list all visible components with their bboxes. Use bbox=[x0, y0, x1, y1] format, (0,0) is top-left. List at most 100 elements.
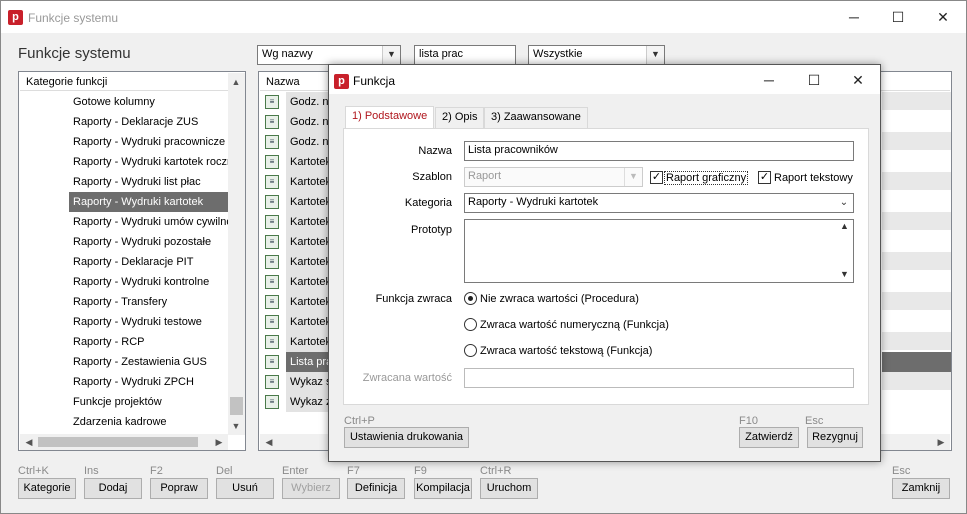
category-item[interactable]: Raporty - RCP bbox=[69, 332, 228, 352]
definicja-button[interactable]: Definicja bbox=[347, 478, 405, 499]
scroll-right-icon[interactable]: ▶ bbox=[934, 435, 948, 449]
row-stripe bbox=[882, 92, 951, 110]
table-row[interactable]: ≡ Kartotek bbox=[260, 212, 332, 232]
maximize-icon[interactable]: ☐ bbox=[799, 65, 829, 95]
uruchom-button[interactable]: Uruchom bbox=[480, 478, 538, 499]
scroll-right-icon[interactable]: ▶ bbox=[212, 435, 226, 449]
return-type-radio[interactable] bbox=[464, 344, 477, 357]
sort-select-value: Wg nazwy bbox=[262, 48, 313, 60]
scroll-left-icon[interactable]: ◀ bbox=[262, 435, 276, 449]
table-row[interactable]: ≡ Kartotek bbox=[260, 292, 332, 312]
popraw-button[interactable]: Popraw bbox=[150, 478, 208, 499]
window-title: Funkcje systemu bbox=[28, 11, 119, 25]
return-type-label: Zwraca wartość numeryczną (Funkcja) bbox=[480, 319, 669, 331]
table-row[interactable]: ≡ Godz. na bbox=[260, 92, 332, 112]
category-vertical-scrollbar[interactable]: ▲ ▼ bbox=[228, 73, 245, 435]
scroll-up-icon[interactable]: ▲ bbox=[229, 75, 243, 89]
prototyp-field[interactable] bbox=[464, 219, 854, 283]
return-type-radio[interactable] bbox=[464, 292, 477, 305]
app-logo-icon: p bbox=[334, 74, 349, 89]
dialog-title: Funkcja bbox=[353, 74, 396, 88]
category-list[interactable]: Kategorie funkcji Gotowe kolumny Raporty … bbox=[18, 71, 246, 451]
chevron-down-icon[interactable]: ▼ bbox=[382, 46, 400, 64]
kategorie-button[interactable]: Kategorie bbox=[18, 478, 76, 499]
category-item[interactable]: Gotowe kolumny bbox=[69, 92, 228, 112]
category-item[interactable]: Raporty - Wydruki list płac bbox=[69, 172, 228, 192]
scroll-down-icon[interactable]: ▼ bbox=[229, 419, 243, 433]
table-row[interactable]: ≡ Kartotek bbox=[260, 312, 332, 332]
usun-button[interactable]: Usuń bbox=[216, 478, 274, 499]
scope-select[interactable]: Wszystkie ▼ bbox=[528, 45, 665, 65]
category-item[interactable]: Raporty - Deklaracje ZUS bbox=[69, 112, 228, 132]
chevron-down-icon[interactable]: ⌄ bbox=[835, 194, 853, 212]
table-row[interactable]: ≡ Kartotek bbox=[260, 272, 332, 292]
category-item[interactable]: Raporty - Wydruki kartotek bbox=[69, 192, 228, 212]
kompilacja-button[interactable]: Kompilacja bbox=[414, 478, 472, 499]
table-row[interactable]: ≡ Kartotek bbox=[260, 252, 332, 272]
table-row[interactable]: ≡ Godz. na bbox=[260, 112, 332, 132]
kategoria-select[interactable]: Raporty - Wydruki kartotek ⌄ bbox=[464, 193, 854, 213]
search-input[interactable]: lista prac bbox=[414, 45, 516, 65]
tab-zaawansowane[interactable]: 3) Zaawansowane bbox=[484, 107, 588, 128]
wybierz-shortcut: Enter bbox=[282, 465, 309, 477]
category-item[interactable]: Funkcje projektów bbox=[69, 392, 228, 412]
table-row[interactable]: ≡ Godz. na bbox=[260, 132, 332, 152]
close-icon[interactable]: ✕ bbox=[843, 65, 873, 95]
function-name: Kartotek bbox=[286, 232, 332, 252]
category-item[interactable]: Raporty - Wydruki testowe bbox=[69, 312, 228, 332]
raport-graficzny-checkbox[interactable]: ✓ bbox=[650, 171, 663, 184]
scroll-left-icon[interactable]: ◀ bbox=[22, 435, 36, 449]
scroll-thumb[interactable] bbox=[38, 437, 198, 447]
category-item[interactable]: Raporty - Wydruki pozostałe bbox=[69, 232, 228, 252]
function-name: Godz. na bbox=[286, 112, 332, 132]
maximize-icon[interactable]: ☐ bbox=[883, 2, 913, 32]
return-type-radio[interactable] bbox=[464, 318, 477, 331]
scroll-down-icon[interactable]: ▼ bbox=[840, 269, 849, 279]
scroll-up-icon[interactable]: ▲ bbox=[840, 221, 849, 231]
chevron-down-icon[interactable]: ▼ bbox=[646, 46, 664, 64]
table-row[interactable]: ≡ Kartotek bbox=[260, 152, 332, 172]
category-item[interactable]: Raporty - Wydruki kartotek roczn bbox=[69, 152, 228, 172]
table-row[interactable]: ≡ Kartotek bbox=[260, 192, 332, 212]
table-row[interactable]: ≡ Lista pra bbox=[260, 352, 332, 372]
cancel-button[interactable]: Rezygnuj bbox=[807, 427, 863, 448]
table-row[interactable]: ≡ Kartotek bbox=[260, 232, 332, 252]
category-item[interactable]: Raporty - Zestawienia GUS bbox=[69, 352, 228, 372]
table-row[interactable]: ≡ Wykaz ś bbox=[260, 372, 332, 392]
zwracana-wartosc-field[interactable] bbox=[464, 368, 854, 388]
table-row[interactable]: ≡ Kartotek bbox=[260, 172, 332, 192]
confirm-button[interactable]: Zatwierdź bbox=[739, 427, 799, 448]
nazwa-field[interactable]: Lista pracowników bbox=[464, 141, 854, 161]
category-item[interactable]: Raporty - Wydruki pracownicze bbox=[69, 132, 228, 152]
close-icon[interactable]: ✕ bbox=[928, 2, 958, 32]
print-settings-button[interactable]: Ustawienia drukowania bbox=[344, 427, 469, 448]
category-item[interactable]: Zdarzenia kadrowe bbox=[69, 412, 228, 432]
row-stripe bbox=[882, 252, 951, 270]
return-type-label: Nie zwraca wartości (Procedura) bbox=[480, 293, 639, 305]
wybierz-button[interactable]: Wybierz bbox=[282, 478, 340, 499]
tab-panel: Nazwa Lista pracowników Szablon Raport ▼… bbox=[343, 128, 869, 405]
category-item[interactable]: Raporty - Wydruki ZPCH bbox=[69, 372, 228, 392]
title-bar: p Funkcje systemu ─ ☐ ✕ bbox=[1, 1, 966, 33]
report-icon: ≡ bbox=[265, 335, 279, 349]
zamknij-button[interactable]: Zamknij bbox=[892, 478, 950, 499]
minimize-icon[interactable]: ─ bbox=[754, 65, 784, 95]
category-item[interactable]: Raporty - Transfery bbox=[69, 292, 228, 312]
function-name: Godz. na bbox=[286, 132, 332, 152]
raport-graficzny-label: Raport graficzny bbox=[664, 171, 749, 185]
dodaj-button[interactable]: Dodaj bbox=[84, 478, 142, 499]
category-item[interactable]: Raporty - Deklaracje PIT bbox=[69, 252, 228, 272]
tab-opis[interactable]: 2) Opis bbox=[435, 107, 485, 128]
table-row[interactable]: ≡ Kartotek bbox=[260, 332, 332, 352]
report-icon: ≡ bbox=[265, 255, 279, 269]
tab-podstawowe[interactable]: 1) Podstawowe bbox=[345, 106, 435, 129]
szablon-select[interactable]: Raport ▼ bbox=[464, 167, 643, 187]
sort-select[interactable]: Wg nazwy ▼ bbox=[257, 45, 401, 65]
category-item[interactable]: Raporty - Wydruki umów cywilno bbox=[69, 212, 228, 232]
minimize-icon[interactable]: ─ bbox=[839, 2, 869, 32]
table-row[interactable]: ≡ Wykaz z bbox=[260, 392, 332, 412]
raport-tekstowy-checkbox[interactable]: ✓ bbox=[758, 171, 771, 184]
category-horizontal-scrollbar[interactable]: ◀ ▶ bbox=[20, 434, 228, 450]
category-item[interactable]: Raporty - Wydruki kontrolne bbox=[69, 272, 228, 292]
scroll-thumb[interactable] bbox=[230, 397, 243, 415]
